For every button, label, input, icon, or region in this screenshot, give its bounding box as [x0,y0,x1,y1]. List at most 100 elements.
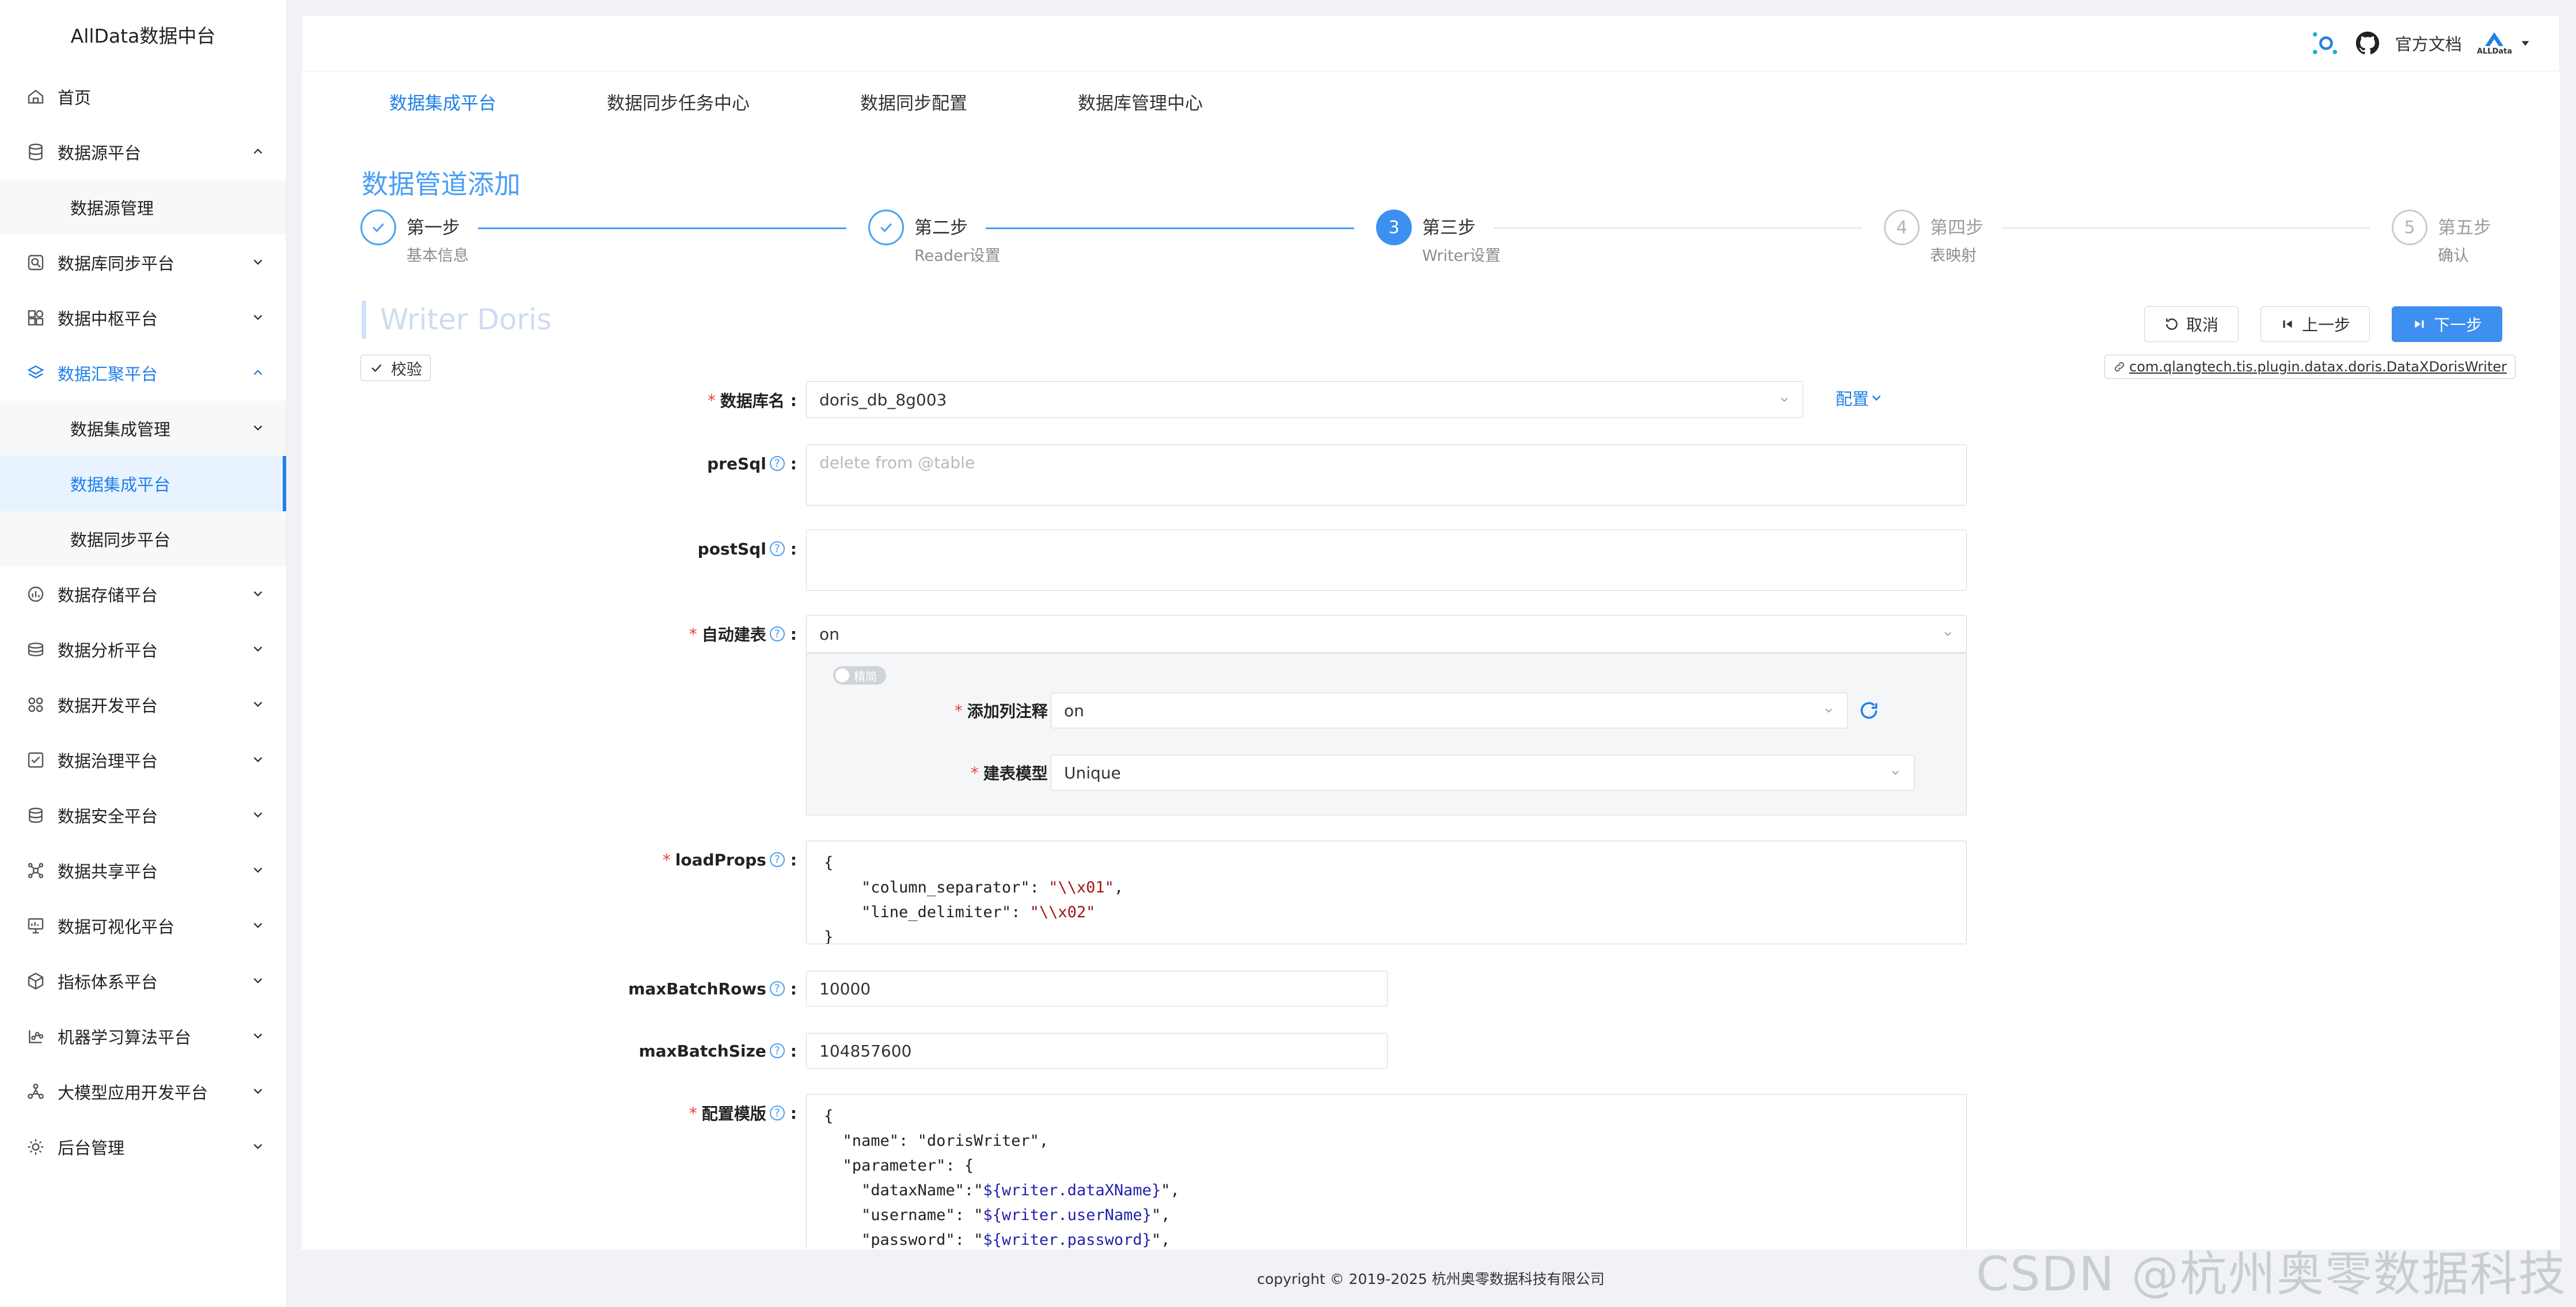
grid-icon [25,307,46,328]
sidebar-item-datasource[interactable]: 数据源平台 [0,124,286,180]
check-icon [868,210,904,245]
presql-textarea[interactable]: delete from @table [806,444,1967,506]
add-comment-select[interactable]: on [1051,693,1848,728]
sidebar-item-admin[interactable]: 后台管理 [0,1119,286,1175]
chevron-down-icon [253,591,263,596]
layers-icon [25,363,46,383]
sidebar-item-security[interactable]: 数据安全平台 [0,788,286,843]
simplify-toggle[interactable]: 精简 [833,666,886,685]
chevron-down-icon [253,1143,263,1149]
user-menu[interactable]: ALLData [2477,31,2532,56]
max-batch-size-input[interactable]: 104857600 [806,1033,1388,1069]
sidebar-item-label: 数据中枢平台 [58,309,158,329]
max-batch-rows-label: maxBatchRows ? : [567,974,797,1003]
table-model-select[interactable]: Unique [1051,755,1914,791]
help-icon[interactable]: ? [769,852,785,867]
tab-sync-config[interactable]: 数据同步配置 [860,89,967,115]
sidebar-item-ml[interactable]: 机器学习算法平台 [0,1009,286,1064]
database-icon [25,142,46,162]
sidebar-item-hub[interactable]: 数据中枢平台 [0,290,286,345]
sidebar-item-visual[interactable]: 数据可视化平台 [0,898,286,953]
select-value: Unique [1064,763,1121,782]
help-icon[interactable]: ? [769,541,785,556]
share-icon [25,860,46,881]
sidebar-item-integration-manage[interactable]: 数据集成管理 [0,401,286,456]
security-icon [25,805,46,826]
label-colon: : [790,1103,797,1123]
chevron-down-icon [1944,632,1951,636]
refresh-icon[interactable] [1858,700,1880,721]
label-text: preSql [707,454,766,473]
check-icon [360,210,396,245]
sidebar-item-label: 机器学习算法平台 [58,1028,192,1047]
governance-icon [25,750,46,770]
sidebar-item-home[interactable]: 首页 [0,69,286,124]
help-icon[interactable]: ? [769,456,785,471]
auto-create-select[interactable]: on [806,615,1967,653]
select-value: on [1064,701,1084,720]
sidebar-item-share[interactable]: 数据共享平台 [0,843,286,898]
config-dropdown-link[interactable]: 配置 [1836,386,1884,410]
postsql-textarea[interactable] [806,530,1967,591]
sidebar-item-sync-platform[interactable]: 数据同步平台 [0,511,286,567]
required-mark: * [662,850,671,869]
app-logo: AllData数据中台 [70,25,216,47]
chevron-up-icon [253,370,263,375]
cancel-button[interactable]: 取消 [2144,306,2239,342]
sidebar-item-metrics[interactable]: 指标体系平台 [0,953,286,1009]
plugin-class-link[interactable]: com.qlangtech.tis.plugin.datax.doris.Dat… [2104,355,2516,379]
screen-lock-icon[interactable] [2310,30,2340,56]
tab-sync-task-center[interactable]: 数据同步任务中心 [607,89,750,115]
sidebar-item-label: 数据安全平台 [58,807,158,826]
help-icon[interactable]: ? [769,626,785,641]
select-value: doris_db_8g003 [819,390,947,409]
tab-db-manage-center[interactable]: 数据库管理中心 [1078,89,1203,115]
sidebar-item-storage[interactable]: 数据存储平台 [0,567,286,622]
sidebar-item-governance[interactable]: 数据治理平台 [0,732,286,788]
help-icon[interactable]: ? [769,1043,785,1058]
chevron-down-icon [253,757,263,762]
help-icon[interactable]: ? [769,981,785,996]
max-batch-rows-input[interactable]: 10000 [806,971,1388,1006]
chevron-down-icon [253,1033,263,1039]
link-icon [2114,362,2125,372]
storage-icon [25,584,46,605]
next-step-button[interactable]: 下一步 [2392,306,2502,342]
code-punct: ", [1151,1206,1171,1224]
sidebar-item-label: 数据汇聚平台 [58,364,158,384]
sidebar-item-label: 后台管理 [58,1138,125,1158]
label-colon: : [790,390,797,410]
sidebar-item-integration-platform[interactable]: 数据集成平台 [0,456,286,511]
docs-link[interactable]: 官方文档 [2395,31,2462,55]
code-key: "password": " [824,1231,983,1249]
sidebar-item-db-sync[interactable]: 数据库同步平台 [0,235,286,290]
prev-icon [2283,320,2292,328]
label-colon: : [790,454,797,473]
sidebar-item-datasource-manage[interactable]: 数据源管理 [0,180,286,235]
sidebar-item-analysis[interactable]: 数据分析平台 [0,622,286,677]
sidebar-item-dev[interactable]: 数据开发平台 [0,677,286,732]
label-colon: : [790,979,797,998]
help-icon[interactable]: ? [769,1105,785,1120]
prev-step-button[interactable]: 上一步 [2260,306,2370,342]
db-name-select[interactable]: doris_db_8g003 [806,381,1803,418]
step-number: 4 [1884,210,1920,245]
sidebar-item-llm[interactable]: 大模型应用开发平台 [0,1064,286,1119]
cube-icon [25,971,46,991]
analysis-icon [25,639,46,660]
sidebar-item-aggregation[interactable]: 数据汇聚平台 [0,345,286,401]
verify-button[interactable]: 校验 [360,355,431,381]
tab-integration-platform[interactable]: 数据集成平台 [389,89,496,115]
label-text: maxBatchSize [639,1041,766,1061]
code-value: "dorisWriter" [917,1132,1039,1150]
template-editor[interactable]: { "name": "dorisWriter", "parameter": { … [806,1094,1967,1249]
github-icon[interactable] [2355,31,2380,56]
home-icon [25,86,46,107]
load-props-editor[interactable]: { "column_separator": "\\x01", "line_del… [806,841,1967,944]
chevron-down-icon [253,259,263,265]
code-key: "username": " [824,1206,983,1224]
sidebar-item-label: 数据存储平台 [58,586,158,605]
label-text: 自动建表 [701,625,766,644]
sidebar-submenu-aggregation: 数据集成管理 数据集成平台 数据同步平台 [0,401,286,567]
required-mark: * [689,624,697,644]
